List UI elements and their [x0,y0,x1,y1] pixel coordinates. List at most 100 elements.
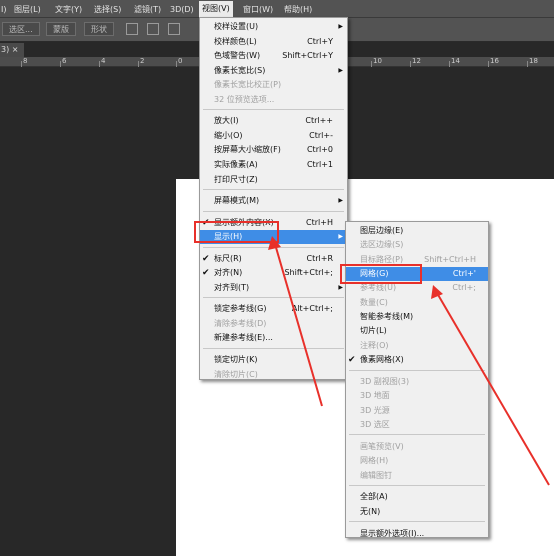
menu-item-label: 新建参考线(E)... [214,333,273,343]
ruler-tick [21,61,22,67]
menu-type[interactable]: 文字(Y) [55,3,82,16]
checkmark-icon: ✔ [202,268,210,279]
menu-separator [349,369,485,371]
menu-item-label: 画笔预览(V) [360,441,404,451]
checkmark-icon: ✔ [348,355,356,366]
menu-item-label: 3D 副视图(3) [360,377,410,386]
menu-item-label: 智能参考线(M) [360,312,414,322]
view-menu-item-7[interactable]: 缩小(O) Ctrl+- [200,129,347,143]
menu-item-label: 显示额外选项(I)... [360,528,425,538]
view-menu-item-16[interactable]: 对齐到(T) ▶ [200,281,347,295]
menu-item-label: 对齐(N) [214,268,243,278]
path-operations-icon[interactable] [126,23,138,35]
menu-item-label: 网格(H) [360,456,389,466]
show-submenu-item-9[interactable]: ✔ 像素网格(X) [346,353,488,367]
ruler-tick [99,61,100,67]
menu-item-label: 锁定切片(K) [214,355,258,364]
menu-item-label: 数量(C) [360,297,388,307]
view-menu-item-0[interactable]: 校样设置(U) ▶ [200,20,347,34]
menu-item-label: 校样颜色(L) [214,36,257,46]
menu-item-label: 选区边缘(S) [360,240,404,250]
view-menu-item-17[interactable]: 锁定参考线(G) Alt+Ctrl+; [200,302,347,316]
menu-item-label: 像素网格(X) [360,355,404,365]
menu-separator [203,348,344,349]
show-submenu-item-5: 数量(C) [346,296,488,310]
menu-window[interactable]: 窗口(W) [243,3,273,16]
show-submenu-item-15: 网格(H) [346,454,488,468]
mask-button[interactable]: 蒙版 [46,22,76,36]
view-menu-item-20[interactable]: 锁定切片(K) [200,353,347,367]
annotation-box-show [194,221,279,243]
ruler-label: 12 [412,57,421,65]
menu-select[interactable]: 选择(S) [94,3,121,16]
menu-image[interactable]: I) [1,3,6,16]
shape-button[interactable]: 形状 [84,22,114,36]
submenu-arrow-icon: ▶ [338,233,343,241]
menu-separator [349,484,485,486]
checkmark-icon: ✔ [202,253,210,264]
menu-separator [203,109,344,111]
menu-item-label: 切片(L) [360,326,387,336]
show-submenu-item-1: 选区边缘(S) [346,238,488,252]
view-menu-item-2[interactable]: 色域警告(W) Shift+Ctrl+Y [200,49,347,63]
show-submenu-item-19[interactable]: 显示额外选项(I)... [346,527,488,541]
view-menu-item-3[interactable]: 像素长宽比(S) ▶ [200,64,347,78]
view-menu-item-8[interactable]: 按屏幕大小缩放(F) Ctrl+0 [200,143,347,157]
show-submenu-item-18[interactable]: 无(N) [346,505,488,519]
menu-item-shortcut: Ctrl+- [309,130,333,140]
ruler-tick [449,61,450,67]
document-tab[interactable]: 3) × [0,43,24,57]
menu-item-label: 实际像素(A) [214,159,258,169]
menu-filter[interactable]: 滤镜(T) [134,3,161,16]
view-menu-item-10[interactable]: 打印尺寸(Z) [200,173,347,187]
ruler-tick [138,61,139,67]
ruler-tick [488,61,489,67]
ruler-label: 6 [62,57,67,65]
menu-3d[interactable]: 3D(D) [170,3,194,16]
menu-item-label: 缩小(O) [214,130,243,140]
view-menu-item-15[interactable]: ✔ 对齐(N) Shift+Ctrl+; [200,266,347,280]
view-menu-item-9[interactable]: 实际像素(A) Ctrl+1 [200,158,347,172]
menu-item-label: 3D 光源 [360,405,390,415]
menu-bar: I) 图层(L) 文字(Y) 选择(S) 滤镜(T) 3D(D) 视图(V) 窗… [0,0,554,18]
view-menu-item-18: 清除参考线(D) [200,317,347,331]
view-menu-item-14[interactable]: ✔ 标尺(R) Ctrl+R [200,252,347,266]
show-submenu-item-6[interactable]: 智能参考线(M) [346,310,488,324]
ruler-tick [410,61,411,67]
view-menu-item-11[interactable]: 屏幕模式(M) ▶ [200,194,347,208]
menu-item-label: 3D 选区 [360,420,390,430]
ruler-tick [60,61,61,67]
show-submenu-item-0[interactable]: 图层边缘(E) [346,224,488,238]
menu-item-label: 打印尺寸(Z) [214,174,258,184]
menu-layer[interactable]: 图层(L) [14,3,41,16]
annotation-box-grid [340,264,422,284]
select-and-mask-button[interactable]: 选区... [2,22,40,36]
menu-separator [349,434,485,436]
menu-item-label: 无(N) [360,506,381,516]
path-arrangement-icon[interactable] [168,23,180,35]
path-alignment-icon[interactable] [147,23,159,35]
menu-item-label: 色域警告(W) [214,51,261,61]
menu-separator [203,210,344,212]
view-menu-item-21: 清除切片(C) [200,368,347,382]
ruler-label: 14 [451,57,460,65]
view-menu-item-1[interactable]: 校样颜色(L) Ctrl+Y [200,35,347,49]
show-submenu-item-16: 编辑图钉 [346,469,488,483]
show-submenu-item-7[interactable]: 切片(L) [346,324,488,338]
show-submenu-item-17[interactable]: 全部(A) [346,490,488,504]
ruler-label: 4 [101,57,106,65]
menu-item-shortcut: Ctrl+R [306,253,334,263]
menu-item-label: 标尺(R) [214,253,242,263]
menu-item-shortcut: Ctrl++ [305,116,333,126]
menu-item-label: 3D 地面 [360,391,390,401]
menu-help[interactable]: 帮助(H) [284,3,312,16]
view-menu-item-19[interactable]: 新建参考线(E)... [200,331,347,345]
view-menu-item-6[interactable]: 放大(I) Ctrl++ [200,114,347,128]
view-menu-item-4: 像素长宽比校正(P) [200,78,347,92]
ruler-label: 2 [140,57,145,65]
menu-item-shortcut: Ctrl+H [306,217,333,227]
show-submenu-item-11: 3D 地面 [346,389,488,403]
menu-item-shortcut: Alt+Ctrl+; [291,304,333,314]
show-submenu-item-12: 3D 光源 [346,404,488,418]
menu-view[interactable]: 视图(V) [199,1,233,17]
